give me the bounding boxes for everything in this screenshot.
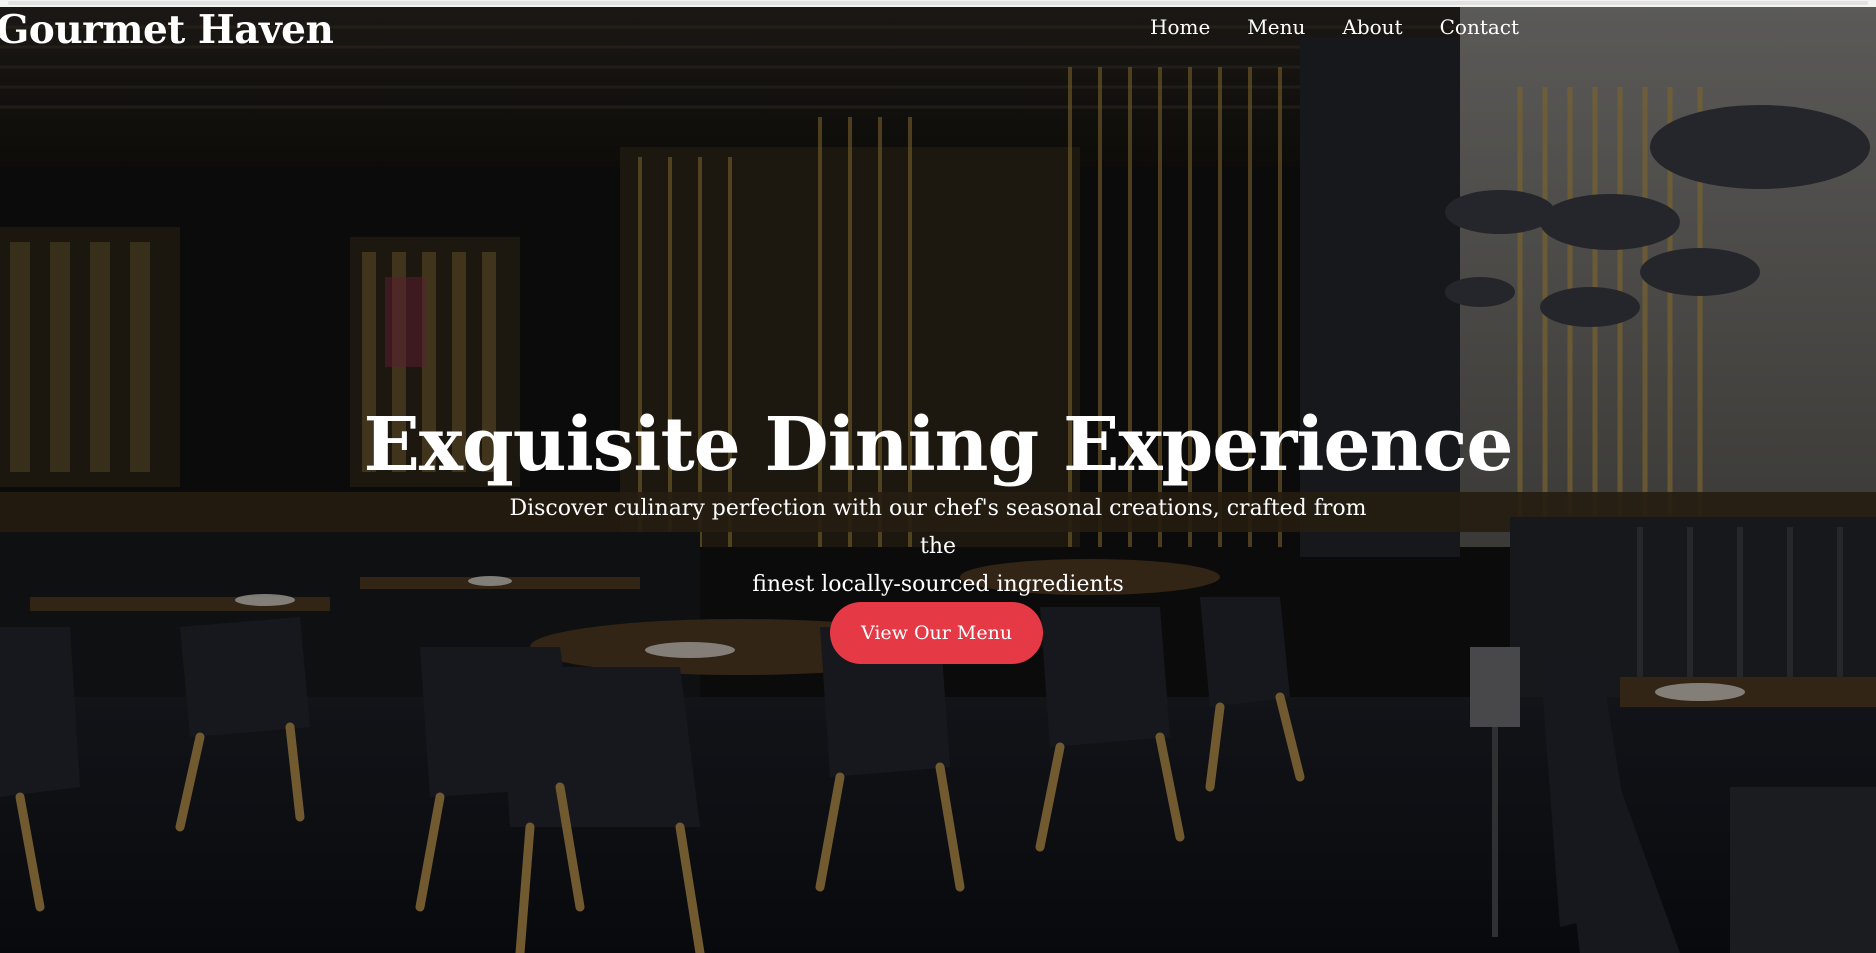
hero-subtitle-line-1: Discover culinary perfection with our ch… xyxy=(509,496,1367,559)
hero-subtitle: Discover culinary perfection with our ch… xyxy=(488,490,1388,604)
horizontal-scrollbar[interactable] xyxy=(8,1,1868,5)
browser-scroll-strip xyxy=(0,0,1876,7)
nav-link-about[interactable]: About xyxy=(1342,15,1402,39)
view-menu-button[interactable]: View Our Menu xyxy=(830,602,1043,664)
nav-link-contact[interactable]: Contact xyxy=(1440,15,1519,39)
main-nav: Home Menu About Contact xyxy=(1150,15,1519,39)
nav-link-menu[interactable]: Menu xyxy=(1247,15,1305,39)
site-logo[interactable]: Gourmet Haven xyxy=(0,7,334,53)
site-header: Gourmet Haven Home Menu About Contact xyxy=(0,7,1876,53)
nav-link-home[interactable]: Home xyxy=(1150,15,1210,39)
hero-subtitle-line-2: finest locally-sourced ingredients xyxy=(752,572,1124,597)
hero-title: Exquisite Dining Experience xyxy=(363,401,1514,488)
